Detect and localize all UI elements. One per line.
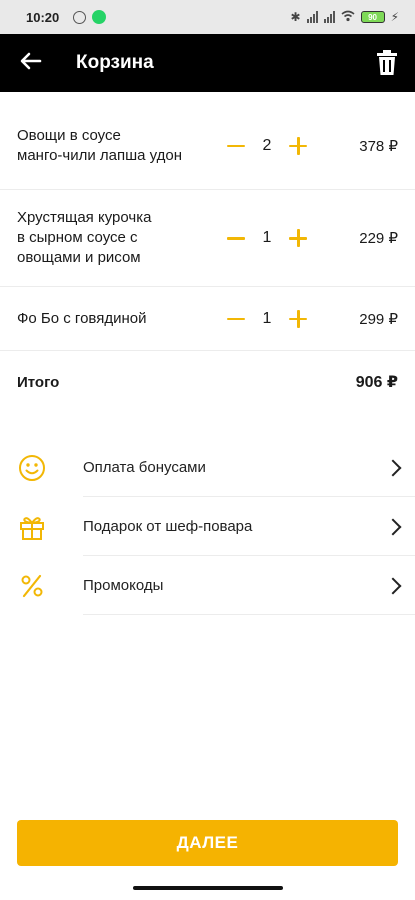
chevron-right-icon — [384, 577, 402, 594]
chevron-right-icon — [384, 459, 402, 476]
cart-item: Хрустящая курочка в сырном соусе с овоща… — [0, 190, 415, 287]
quantity-stepper: 1 — [225, 227, 309, 249]
quantity-stepper: 2 — [225, 135, 309, 157]
decrease-button[interactable] — [225, 308, 247, 330]
option-label: Оплата бонусами — [83, 459, 206, 476]
next-button[interactable]: ДАЛЕЕ — [17, 820, 398, 866]
option-promocodes[interactable]: Промокоды — [0, 556, 415, 615]
percent-icon — [17, 571, 47, 601]
decrease-button[interactable] — [225, 227, 247, 249]
back-arrow-icon[interactable] — [20, 51, 42, 75]
trash-icon[interactable] — [375, 49, 399, 77]
quantity-value: 1 — [262, 229, 272, 246]
total-label: Итого — [17, 373, 60, 391]
cart-item-name: Фо Бо с говядиной — [17, 309, 147, 327]
option-label: Промокоды — [83, 577, 164, 594]
wifi-icon — [341, 10, 355, 25]
bluetooth-icon: ✱ — [290, 10, 301, 24]
cart-item: Фо Бо с говядиной 1 299 ₽ — [0, 287, 415, 351]
increase-button[interactable] — [287, 135, 309, 157]
home-indicator[interactable] — [133, 886, 283, 890]
item-price: 229 ₽ — [359, 230, 398, 247]
cart-item-name: Хрустящая курочка в сырном соусе с овоща… — [17, 209, 152, 266]
option-label: Подарок от шеф-повара — [83, 518, 253, 535]
item-price: 378 ₽ — [359, 137, 398, 155]
whatsapp-icon — [92, 10, 107, 24]
signal-icon — [306, 11, 318, 23]
status-time: 10:20 — [26, 9, 60, 25]
gift-icon — [17, 512, 47, 542]
option-chef-gift[interactable]: Подарок от шеф-повара — [0, 497, 415, 556]
quantity-value: 2 — [262, 136, 272, 154]
signal-icon-2 — [323, 11, 335, 23]
cart-item-name: Овощи в соусе манго-чили лапша удон — [17, 126, 183, 164]
page-title: Корзина — [76, 52, 154, 73]
item-price: 299 ₽ — [359, 310, 398, 328]
increase-button[interactable] — [287, 227, 309, 249]
cart-total: Итого 906 ₽ — [0, 351, 415, 413]
app-bar: Корзина — [0, 34, 415, 92]
chevron-right-icon — [384, 518, 402, 535]
cart-list: Овощи в соусе манго-чили лапша удон 2 37… — [0, 92, 415, 413]
charging-icon: ⚡ — [390, 10, 399, 24]
increase-button[interactable] — [287, 308, 309, 330]
decrease-button[interactable] — [225, 135, 247, 157]
divider — [83, 614, 415, 615]
status-bar: 10:20 ✱ 90 ⚡ — [0, 0, 415, 34]
alarm-icon — [73, 10, 87, 24]
battery-level: 90 — [368, 12, 378, 22]
options-list: Оплата бонусами Подарок от шеф-повара Пр… — [0, 438, 415, 615]
quantity-stepper: 1 — [225, 308, 309, 330]
total-value: 906 ₽ — [355, 374, 398, 391]
cart-item: Овощи в соусе манго-чили лапша удон 2 37… — [0, 92, 415, 190]
quantity-value: 1 — [262, 309, 272, 327]
battery-icon: 90 — [360, 11, 385, 23]
smile-icon — [17, 453, 47, 483]
option-bonus-payment[interactable]: Оплата бонусами — [0, 438, 415, 497]
